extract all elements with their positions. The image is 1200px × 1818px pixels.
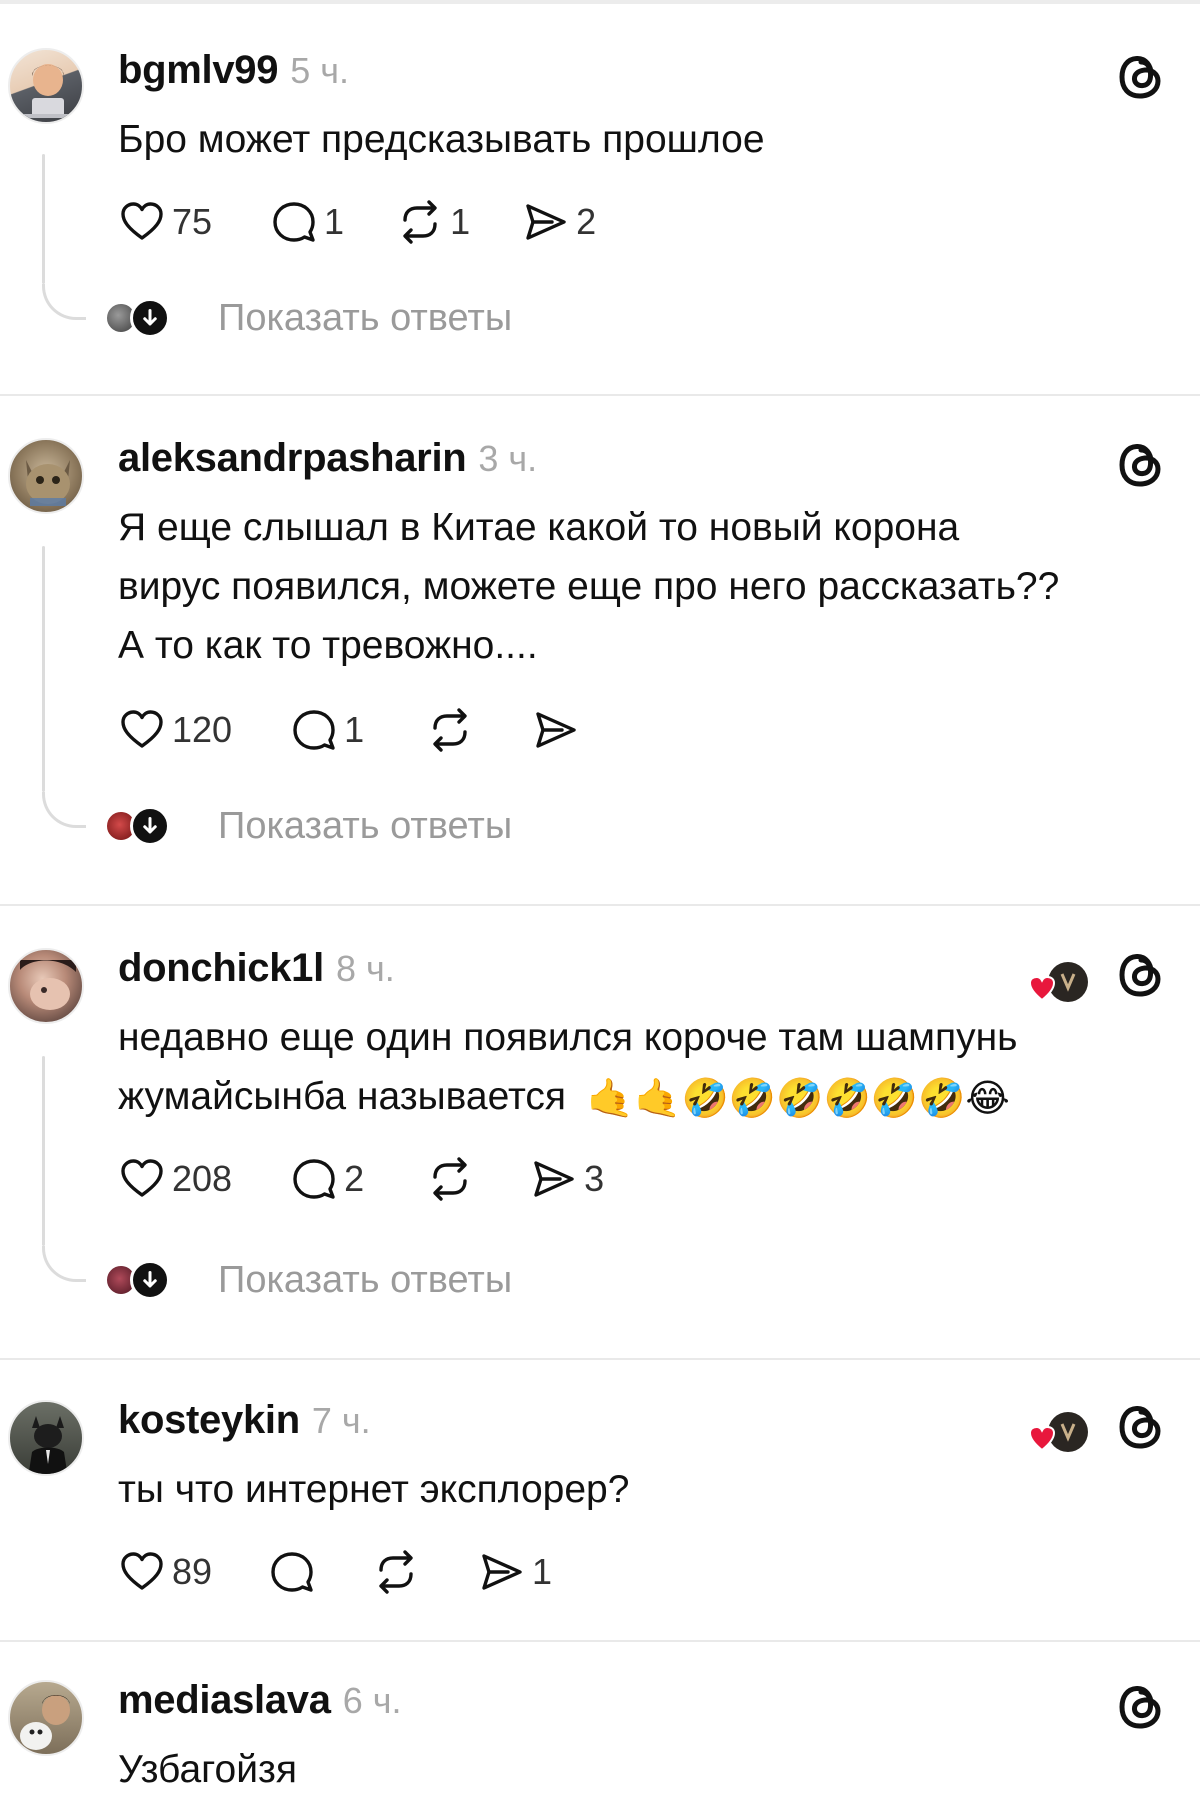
send-icon <box>522 198 570 246</box>
heart-icon <box>118 198 166 246</box>
comment-count: 2 <box>344 1158 365 1199</box>
share-count: 3 <box>584 1158 605 1199</box>
comment-text: Узбагойзя <box>118 1748 298 1791</box>
like-button[interactable]: 89 <box>118 1547 212 1597</box>
repost-button[interactable] <box>426 1154 474 1204</box>
repost-button[interactable] <box>426 705 474 755</box>
arrow-down-icon <box>130 806 170 846</box>
threads-logo-icon[interactable] <box>1114 50 1168 104</box>
heart-icon <box>1028 975 1056 1002</box>
thread-line-curve <box>42 1246 86 1282</box>
threads-logo-icon[interactable] <box>1114 1400 1168 1454</box>
comment-button[interactable] <box>268 1547 316 1597</box>
repost-count: 1 <box>450 201 471 242</box>
username[interactable]: donchick1l <box>118 946 324 991</box>
comment-count: 1 <box>344 709 365 750</box>
share-button[interactable]: 3 <box>530 1154 604 1204</box>
like-count: 89 <box>172 1551 213 1592</box>
show-replies-button[interactable]: Показать ответы <box>104 804 512 848</box>
send-icon <box>532 706 580 754</box>
thread-line <box>42 154 45 284</box>
comment-post: kosteykin 7 ч. ты что интернет эксплорер… <box>0 1360 1200 1642</box>
username[interactable]: kosteykin <box>118 1398 300 1443</box>
heart-icon <box>118 706 166 754</box>
like-button[interactable]: 208 <box>118 1154 232 1204</box>
username[interactable]: bgmlv99 <box>118 48 278 93</box>
comment-text-line: жумайсынба называется 🤙🤙🤣🤣🤣🤣🤣🤣😂 <box>118 1067 1178 1128</box>
show-replies-label: Показать ответы <box>218 296 513 339</box>
comment-bubble-icon <box>290 706 338 754</box>
arrow-down-icon <box>130 298 170 338</box>
heart-icon <box>118 1548 166 1596</box>
thread-line <box>42 546 45 792</box>
comment-text-line: А то как то тревожно.... <box>118 624 538 667</box>
share-count: 1 <box>532 1551 553 1592</box>
comment-count: 1 <box>324 201 345 242</box>
repost-icon <box>396 198 444 246</box>
avatar[interactable] <box>8 1400 84 1476</box>
thread-line <box>42 1056 45 1246</box>
heart-icon <box>1028 1425 1056 1452</box>
repost-icon <box>426 706 474 754</box>
avatar[interactable] <box>8 948 84 1024</box>
repost-button[interactable]: 1 <box>396 197 470 247</box>
share-button[interactable] <box>532 705 580 755</box>
comment-bubble-icon <box>268 1548 316 1596</box>
thread-line-curve <box>42 792 86 828</box>
comment-text-line: недавно еще один появился короче там шам… <box>118 1016 1018 1059</box>
share-button[interactable]: 2 <box>522 197 596 247</box>
show-replies-label: Показать ответы <box>218 804 513 847</box>
share-button[interactable]: 1 <box>478 1547 552 1597</box>
comment-post: mediaslava 6 ч. Узбагойзя <box>0 1642 1200 1818</box>
repost-button[interactable] <box>372 1547 420 1597</box>
timestamp: 6 ч. <box>342 1680 402 1721</box>
timestamp: 7 ч. <box>311 1400 371 1441</box>
comment-button[interactable]: 2 <box>290 1154 364 1204</box>
username[interactable]: aleksandrpasharin <box>118 436 467 481</box>
show-replies-label: Показать ответы <box>218 1258 513 1301</box>
liked-by-author-badge <box>1028 958 1090 1008</box>
comment-button[interactable]: 1 <box>290 705 364 755</box>
avatar[interactable] <box>8 438 84 514</box>
like-count: 120 <box>172 709 233 750</box>
comment-text: ты что интернет эксплорер? <box>118 1468 630 1511</box>
timestamp: 8 ч. <box>335 948 395 989</box>
avatar[interactable] <box>8 1680 84 1756</box>
show-replies-button[interactable]: Показать ответы <box>104 296 512 340</box>
heart-icon <box>118 1155 166 1203</box>
comment-text-line-part: жумайсынба называется <box>118 1075 567 1118</box>
timestamp: 5 ч. <box>290 50 349 91</box>
liked-by-author-badge <box>1028 1408 1090 1458</box>
comment-button[interactable]: 1 <box>270 197 344 247</box>
comment-bubble-icon <box>290 1155 338 1203</box>
comment-bubble-icon <box>270 198 318 246</box>
send-icon <box>478 1548 526 1596</box>
threads-logo-icon[interactable] <box>1114 438 1168 492</box>
like-count: 208 <box>172 1158 233 1199</box>
comment-post: aleksandrpasharin 3 ч. Я еще слышал в Ки… <box>0 396 1200 906</box>
comment-text: Я еще слышал в Китае какой то новый коро… <box>118 498 1178 675</box>
comment-post: donchick1l 8 ч. недавно еще один появилс… <box>0 906 1200 1360</box>
like-count: 75 <box>172 201 213 242</box>
avatar[interactable] <box>8 48 84 124</box>
username[interactable]: mediaslava <box>118 1678 331 1723</box>
comment-text: Бро может предсказывать прошлое <box>118 118 765 161</box>
repost-icon <box>372 1548 420 1596</box>
emoji-reaction: 🤙🤙🤣🤣🤣🤣🤣🤣😂 <box>586 1076 1010 1121</box>
threads-logo-icon[interactable] <box>1114 948 1168 1002</box>
like-button[interactable]: 120 <box>118 705 232 755</box>
repost-icon <box>426 1155 474 1203</box>
comment-text: недавно еще один появился короче там шам… <box>118 1008 1178 1128</box>
show-replies-button[interactable]: Показать ответы <box>104 1258 512 1302</box>
threads-logo-icon[interactable] <box>1114 1680 1168 1734</box>
comment-post: bgmlv99 5 ч. Бро может предсказывать про… <box>0 4 1200 396</box>
timestamp: 3 ч. <box>478 438 538 479</box>
like-button[interactable]: 75 <box>118 197 212 247</box>
arrow-down-icon <box>130 1260 170 1300</box>
thread-line-curve <box>42 284 86 320</box>
share-count: 2 <box>576 201 597 242</box>
comment-text-line: вирус появился, можете еще про него расс… <box>118 565 1060 608</box>
send-icon <box>530 1155 578 1203</box>
comment-text-line: Я еще слышал в Китае какой то новый коро… <box>118 506 960 549</box>
